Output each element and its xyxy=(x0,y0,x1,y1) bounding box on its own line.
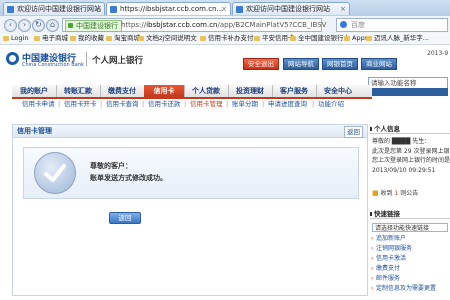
subnav-query[interactable]: 信用卡查询 xyxy=(106,99,139,110)
tab-label: 欢迎访问中国建设银行网站 xyxy=(17,5,101,13)
quick-links-title: 快速链接 xyxy=(370,209,450,219)
bookmark-item[interactable]: 全中国建设银行人 xyxy=(290,33,350,44)
back-icon[interactable]: ‹ xyxy=(4,19,17,32)
tab-security-center[interactable]: 安全中心 xyxy=(316,85,360,97)
bookmarks-bar: Login 电子商城 我的收藏 淘宝商城 文档zj空间说明文 信用卡补办支付 平… xyxy=(0,33,450,45)
shortcut-bar xyxy=(368,88,448,96)
return-button[interactable]: 返回 xyxy=(109,212,141,224)
header-date: 2013-9 xyxy=(427,50,449,57)
tab-my-account[interactable]: 我的账户 xyxy=(12,85,57,97)
ccb-logo-icon xyxy=(6,52,19,65)
header-divider xyxy=(86,52,87,66)
bookmark-item[interactable]: Apps xyxy=(344,33,368,44)
forward-icon[interactable]: › xyxy=(18,19,31,32)
favicon-icon xyxy=(7,6,14,13)
url-text: https://ibsbjstar.ccb.com.cn/app/B2CMain… xyxy=(121,21,327,29)
subnav-progress[interactable]: 申请进度查询 xyxy=(268,99,307,110)
bank-english-name: China Construction Bank xyxy=(22,62,84,68)
home-icon[interactable]: ⌂ xyxy=(46,19,59,32)
tab-personal-loan[interactable]: 个人贷款 xyxy=(184,85,229,97)
quick-link-item[interactable]: 注销网银服务 xyxy=(371,245,412,253)
greeting-text: 尊敬的 ████ 先生： xyxy=(372,138,431,145)
quick-link-item[interactable]: 缴费支付 xyxy=(371,265,400,273)
tab-transfer[interactable]: 转账汇款 xyxy=(56,85,101,97)
panel-back-link[interactable]: 返回 xyxy=(344,126,363,138)
bookmark-item[interactable]: 信用卡补办支付 xyxy=(200,33,254,44)
sub-nav: 信用卡申请 | 信用卡开卡 | 信用卡查询 | 信用卡还款 | 信用卡管理 | … xyxy=(22,99,344,110)
message-success: 账单发送方式修改成功。 xyxy=(90,174,167,182)
tab-customer-service[interactable]: 客户服务 xyxy=(272,85,317,97)
subnav-installment[interactable]: 账单分期 xyxy=(232,99,258,110)
login-count-text: 此次是您第 29 次登录网上银 xyxy=(372,148,450,155)
quick-link-item[interactable]: 追加新账户 xyxy=(371,235,406,243)
site-nav-button[interactable]: 网站导航 xyxy=(283,58,319,70)
refresh-icon[interactable]: ↻ xyxy=(32,19,45,32)
last-login-text: 您上次登录网上银行的时间是 xyxy=(372,157,450,164)
bookmark-item[interactable]: 我的收藏 xyxy=(70,33,104,44)
close-icon[interactable]: × xyxy=(95,3,101,15)
url-input[interactable]: 中国建设银行 https://ibsbjstar.ccb.com.cn/app/… xyxy=(62,18,326,32)
main-nav: 我的账户 转账汇款 缴费支付 信用卡 个人贷款 投资理财 客户服务 安全中心 xyxy=(12,85,372,99)
close-icon[interactable]: × xyxy=(340,3,346,15)
subnav-intro[interactable]: 功能介绍 xyxy=(318,99,344,110)
checkmark-icon xyxy=(34,152,76,194)
ebank-home-button[interactable]: 网银首页 xyxy=(322,58,358,70)
browser-tab-2[interactable]: https://ibsbjstar.ccb.com.cn... × xyxy=(106,2,231,15)
logout-button[interactable]: 安全退出 xyxy=(243,58,279,70)
bookmark-item[interactable]: 文档zj空间说明文 xyxy=(138,33,197,44)
subnav-manage[interactable]: 信用卡管理 xyxy=(190,99,223,110)
portal-title: 个人网上银行 xyxy=(92,56,144,66)
subnav-activate[interactable]: 信用卡开卡 xyxy=(64,99,97,110)
bookmark-item[interactable]: 电子商城 xyxy=(34,33,68,44)
subnav-repay[interactable]: 信用卡还款 xyxy=(148,99,181,110)
tab-payment[interactable]: 缴费支付 xyxy=(100,85,145,97)
success-message-box: 尊敬的客户： 账单发送方式修改成功。 xyxy=(23,147,359,199)
favicon-icon xyxy=(110,6,117,13)
panel-title: 信用卡管理 xyxy=(17,127,52,135)
bookmark-item[interactable]: Login xyxy=(3,33,29,44)
personal-info-title: 个人信息 xyxy=(370,124,450,134)
favicon-icon xyxy=(236,6,243,13)
panel-header: 信用卡管理 返回 xyxy=(13,125,367,138)
quick-link-item[interactable]: 邮件服务 xyxy=(371,275,400,283)
notice-line: ■ 收到 1 则公告 xyxy=(372,189,419,197)
quick-link-item[interactable]: 定制信息及为需要更置 xyxy=(371,285,436,293)
tab-label: https://ibsbjstar.ccb.com.cn... xyxy=(120,5,224,13)
secure-badge: 中国建设银行 xyxy=(65,20,122,32)
address-bar-row: ‹ › ↻ ⌂ 中国建设银行 https://ibsbjstar.ccb.com… xyxy=(0,16,450,34)
subnav-apply[interactable]: 信用卡申请 xyxy=(22,99,55,110)
credit-card-management-panel: 信用卡管理 返回 尊敬的客户： 账单发送方式修改成功。 返回 xyxy=(12,124,368,296)
notice-icon: ■ xyxy=(372,189,379,197)
quick-link-select[interactable]: 请选择功能快速链接 xyxy=(372,223,448,232)
tab-label: 欢迎访问中国建设银行网站 xyxy=(246,5,330,13)
search-engine-icon xyxy=(340,21,347,28)
bookmark-item[interactable]: 淘宝商城 xyxy=(106,33,140,44)
commerce-site-button[interactable]: 商业网站 xyxy=(361,58,397,70)
tab-investment[interactable]: 投资理财 xyxy=(228,85,273,97)
message-greeting: 尊敬的客户： xyxy=(90,162,132,170)
search-input[interactable]: 百度 xyxy=(336,18,448,32)
browser-tab-bar: 欢迎访问中国建设银行网站 × https://ibsbjstar.ccb.com… xyxy=(0,0,450,17)
tab-credit-card[interactable]: 信用卡 xyxy=(144,85,185,97)
quick-link-item[interactable]: 信用卡激活 xyxy=(371,255,406,263)
notice-count[interactable]: 1 xyxy=(394,190,398,197)
close-icon[interactable]: × xyxy=(221,3,227,15)
browser-tab-3[interactable]: 欢迎访问中国建设银行网站 × xyxy=(232,2,350,15)
last-login-time: 2013/09/10 09:29:51 xyxy=(372,167,436,174)
bookmark-item[interactable]: 平安信用卡 xyxy=(254,33,295,44)
browser-tab-1[interactable]: 欢迎访问中国建设银行网站 × xyxy=(3,2,105,15)
bookmark-item[interactable]: 迈讯人脉_新华字... xyxy=(366,33,429,44)
